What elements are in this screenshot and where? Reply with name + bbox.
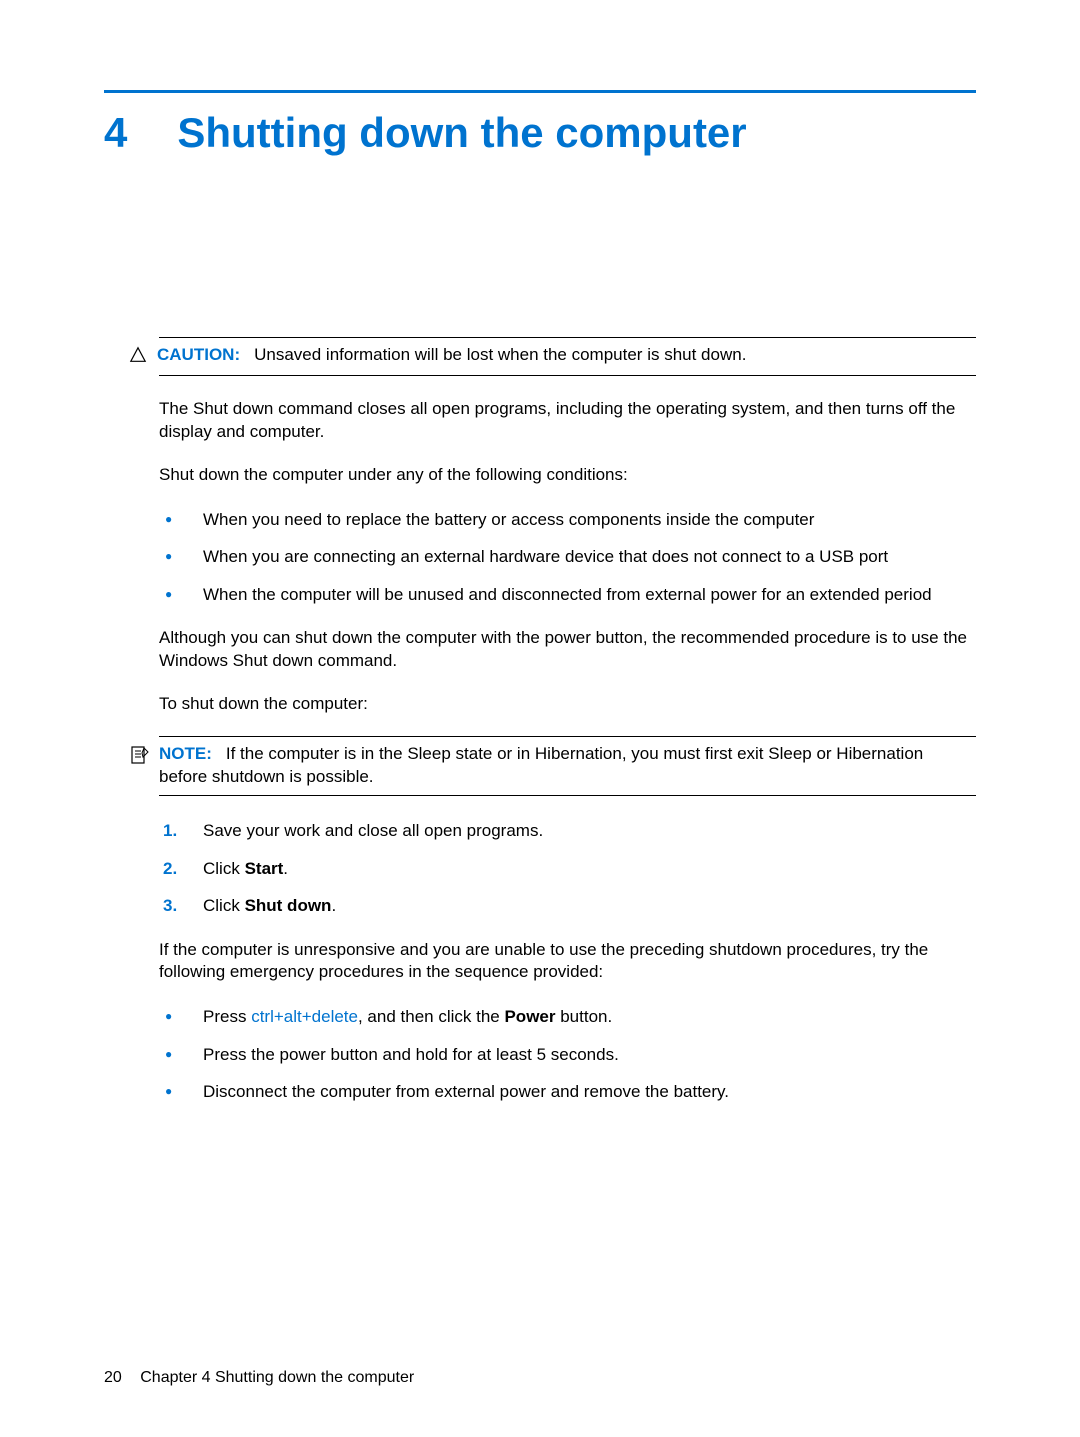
caution-triangle-icon xyxy=(129,346,147,369)
intro-paragraph-2: Shut down the computer under any of the … xyxy=(159,464,976,487)
list-item: When you need to replace the battery or … xyxy=(159,507,976,533)
steps-list: Save your work and close all open progra… xyxy=(159,818,976,919)
content-block: CAUTION: Unsaved information will be lost… xyxy=(159,337,976,1105)
step-suffix: . xyxy=(283,859,288,878)
caution-text: Unsaved information will be lost when th… xyxy=(254,345,746,364)
chapter-number: 4 xyxy=(104,109,127,157)
list-item: Press ctrl+alt+delete, and then click th… xyxy=(159,1004,976,1030)
page-footer: 20 Chapter 4 Shutting down the computer xyxy=(104,1369,414,1387)
list-item: Click Start. xyxy=(159,856,976,882)
note-icon xyxy=(129,745,149,770)
conditions-list: When you need to replace the battery or … xyxy=(159,507,976,608)
list-item: Click Shut down. xyxy=(159,893,976,919)
emergency-list: Press ctrl+alt+delete, and then click th… xyxy=(159,1004,976,1105)
list-item: Press the power button and hold for at l… xyxy=(159,1042,976,1068)
step-prefix: Click xyxy=(203,859,245,878)
list-item: When you are connecting an external hard… xyxy=(159,544,976,570)
chapter-title: Shutting down the computer xyxy=(177,109,746,157)
caution-label: CAUTION: xyxy=(157,345,240,364)
key-combo: ctrl+alt+delete xyxy=(251,1007,358,1026)
step-bold: Start xyxy=(245,859,284,878)
page-body: 4 Shutting down the computer CAUTION: Uns… xyxy=(0,0,1080,1185)
unresponsive-paragraph: If the computer is unresponsive and you … xyxy=(159,939,976,985)
caution-callout: CAUTION: Unsaved information will be lost… xyxy=(159,337,976,376)
chapter-header: 4 Shutting down the computer xyxy=(104,90,976,157)
lead-paragraph: To shut down the computer: xyxy=(159,693,976,716)
intro-paragraph-1: The Shut down command closes all open pr… xyxy=(159,398,976,444)
note-label: NOTE: xyxy=(159,744,212,763)
list-item: Save your work and close all open progra… xyxy=(159,818,976,844)
emergency-bold: Power xyxy=(504,1007,555,1026)
footer-chapter-label: Chapter 4 Shutting down the computer xyxy=(140,1369,414,1386)
emergency-suffix: button. xyxy=(556,1007,613,1026)
page-number: 20 xyxy=(104,1369,122,1386)
step-prefix: Click xyxy=(203,896,245,915)
step-suffix: . xyxy=(331,896,336,915)
list-item: Disconnect the computer from external po… xyxy=(159,1079,976,1105)
list-item: When the computer will be unused and dis… xyxy=(159,582,976,608)
emergency-mid: , and then click the xyxy=(358,1007,504,1026)
step-text: Save your work and close all open progra… xyxy=(203,821,543,840)
note-callout: NOTE:If the computer is in the Sleep sta… xyxy=(159,736,976,796)
note-text: If the computer is in the Sleep state or… xyxy=(159,744,923,786)
recommend-paragraph: Although you can shut down the computer … xyxy=(159,627,976,673)
step-bold: Shut down xyxy=(245,896,332,915)
emergency-prefix: Press xyxy=(203,1007,251,1026)
